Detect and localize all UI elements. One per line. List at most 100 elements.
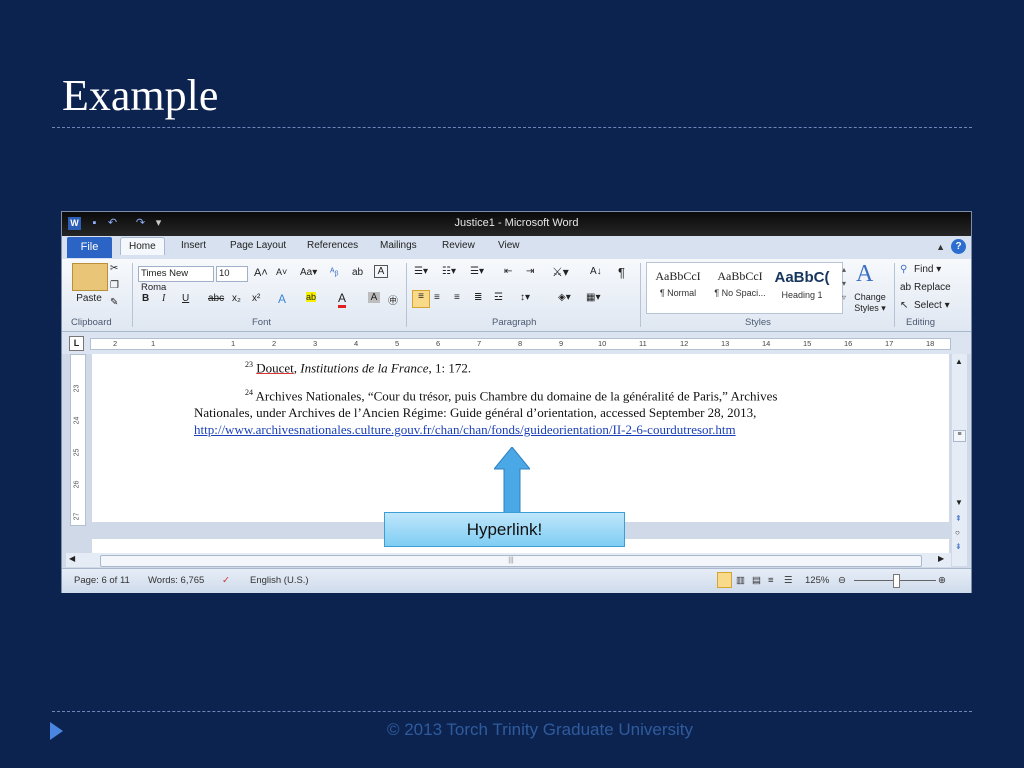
- tab-review[interactable]: Review: [442, 240, 475, 251]
- language[interactable]: English (U.S.): [250, 575, 309, 586]
- ruler-number: 14: [762, 339, 771, 348]
- multilevel-list-icon[interactable]: ☰▾: [470, 266, 484, 277]
- shading-icon[interactable]: ◈▾: [558, 292, 571, 303]
- zoom-slider-thumb[interactable]: [893, 574, 900, 588]
- word-count[interactable]: Words: 6,765: [148, 575, 204, 586]
- font-name-box[interactable]: Times New Roma: [138, 266, 214, 293]
- scroll-right-icon[interactable]: ▶: [938, 554, 944, 563]
- vruler-number: 25: [73, 448, 81, 457]
- vertical-scroll-thumb[interactable]: ≡: [953, 430, 966, 442]
- format-painter-icon[interactable]: ✎: [110, 297, 118, 308]
- help-icon[interactable]: ?: [951, 239, 966, 254]
- change-styles-button[interactable]: Change Styles ▾: [848, 292, 892, 314]
- underline-button[interactable]: U: [182, 293, 189, 304]
- next-page-icon[interactable]: ⇟: [955, 542, 962, 551]
- styles-scroll-icon[interactable]: ▴ ▾ ▿: [842, 263, 846, 305]
- justify-icon[interactable]: ≣: [474, 292, 482, 303]
- font-color-icon[interactable]: A: [338, 291, 347, 308]
- vruler-number: 27: [73, 512, 81, 521]
- horizontal-ruler[interactable]: L 2 1 1 2 3 4 5 6 7 8 9 10 11 12 13 14 1…: [62, 332, 971, 354]
- tab-mailings[interactable]: Mailings: [380, 240, 417, 251]
- numbering-icon[interactable]: ☷▾: [442, 266, 456, 277]
- character-shading-icon[interactable]: A: [368, 292, 380, 303]
- sort-icon[interactable]: A↓: [590, 266, 602, 277]
- minimize-ribbon-icon[interactable]: ▲: [936, 242, 945, 252]
- font-size-box[interactable]: 10: [216, 266, 248, 282]
- vertical-scrollbar[interactable]: ▲ ≡ ▼ ⇞ ○ ⇟: [952, 354, 967, 566]
- strikethrough-button[interactable]: abc: [208, 293, 224, 304]
- distributed-icon[interactable]: ☲: [494, 292, 503, 303]
- zoom-in-icon[interactable]: ⊕: [938, 575, 946, 586]
- styles-group-label: Styles: [745, 317, 771, 328]
- subscript-button[interactable]: x₂: [232, 293, 241, 304]
- align-left-icon[interactable]: ≡: [412, 290, 430, 308]
- vruler-number: 24: [73, 416, 81, 425]
- ruler-number: 15: [803, 339, 812, 348]
- style-no-spacing[interactable]: AaBbCcI ¶ No Spaci...: [709, 269, 771, 298]
- ruler-number: 17: [885, 339, 894, 348]
- phonetic-guide-icon[interactable]: ab: [352, 267, 363, 278]
- paste-icon[interactable]: [72, 263, 108, 291]
- show-hide-formatting-button[interactable]: ¶: [618, 265, 625, 280]
- paste-button[interactable]: Paste: [70, 293, 108, 304]
- horizontal-scroll-thumb[interactable]: |||: [100, 555, 922, 567]
- tab-selector[interactable]: L: [69, 336, 84, 351]
- scroll-left-icon[interactable]: ◀: [69, 554, 75, 563]
- print-layout-icon[interactable]: [717, 572, 732, 588]
- ruler-number: 12: [680, 339, 689, 348]
- enclose-characters-icon[interactable]: ㊥: [388, 292, 398, 307]
- align-right-icon[interactable]: ≡: [454, 292, 460, 303]
- grow-font-icon[interactable]: A˄: [254, 267, 268, 279]
- clear-formatting-icon[interactable]: ᴬᵦ: [330, 267, 338, 278]
- change-styles-icon[interactable]: A: [856, 261, 873, 288]
- shrink-font-icon[interactable]: A˅: [276, 267, 287, 277]
- style-heading-1[interactable]: AaBbC( Heading 1: [771, 269, 833, 300]
- browse-object-icon[interactable]: ○: [955, 528, 960, 537]
- editing-group-label: Editing: [906, 317, 936, 328]
- tab-file[interactable]: File: [67, 237, 112, 258]
- proofing-icon[interactable]: ✓: [222, 575, 230, 586]
- tab-home[interactable]: Home: [120, 237, 165, 255]
- replace-button[interactable]: Replace: [914, 282, 951, 293]
- cut-icon[interactable]: ✂: [110, 263, 118, 274]
- change-case-button[interactable]: Aa▾: [300, 267, 317, 278]
- style-name: ¶ No Spaci...: [714, 288, 766, 298]
- vruler-number: 26: [73, 480, 81, 489]
- style-normal[interactable]: AaBbCcI ¶ Normal: [647, 269, 709, 298]
- tab-references[interactable]: References: [307, 240, 358, 251]
- select-button[interactable]: Select ▾: [914, 300, 950, 311]
- scroll-up-icon[interactable]: ▲: [955, 357, 963, 366]
- superscript-button[interactable]: x²: [252, 293, 260, 304]
- full-screen-reading-icon[interactable]: ▥: [736, 575, 745, 586]
- page-count[interactable]: Page: 6 of 11: [74, 575, 130, 586]
- ribbon: Paste ✂ ❐ ✎ Clipboard Times New Roma 10 …: [62, 259, 971, 332]
- bullets-icon[interactable]: ☰▾: [414, 266, 428, 277]
- tab-view[interactable]: View: [498, 240, 520, 251]
- zoom-level[interactable]: 125%: [805, 575, 829, 586]
- decrease-indent-icon[interactable]: ⇤: [504, 266, 512, 277]
- line-spacing-icon[interactable]: ↕▾: [520, 292, 530, 303]
- find-button[interactable]: Find ▾: [914, 264, 941, 275]
- zoom-out-icon[interactable]: ⊖: [838, 575, 846, 586]
- horizontal-scrollbar[interactable]: ◀ ||| ▶: [66, 553, 951, 567]
- text-effects-icon[interactable]: A: [278, 292, 286, 306]
- status-bar: Page: 6 of 11 Words: 6,765 ✓ English (U.…: [62, 568, 971, 593]
- previous-page-icon[interactable]: ⇞: [955, 514, 962, 523]
- tab-insert[interactable]: Insert: [181, 240, 206, 251]
- tab-page-layout[interactable]: Page Layout: [230, 240, 286, 251]
- footnote-24-line-2: Nationales, under Archives de l’Ancien R…: [194, 405, 757, 420]
- draft-icon[interactable]: ☰: [784, 575, 793, 586]
- hyperlink[interactable]: http://www.archivesnationales.culture.go…: [194, 422, 736, 438]
- web-layout-icon[interactable]: ▤: [752, 575, 761, 586]
- increase-indent-icon[interactable]: ⇥: [526, 266, 534, 277]
- borders-icon[interactable]: ▦▾: [586, 292, 600, 303]
- outline-icon[interactable]: ≡: [768, 575, 774, 586]
- character-border-icon[interactable]: A: [374, 265, 388, 278]
- italic-button[interactable]: I: [162, 293, 165, 304]
- highlight-icon[interactable]: ab: [306, 292, 317, 302]
- chinese-layout-icon[interactable]: ⚔▾: [552, 265, 569, 279]
- copy-icon[interactable]: ❐: [110, 280, 119, 291]
- align-center-icon[interactable]: ≡: [434, 292, 440, 303]
- bold-button[interactable]: B: [142, 293, 149, 304]
- scroll-down-icon[interactable]: ▼: [955, 498, 963, 507]
